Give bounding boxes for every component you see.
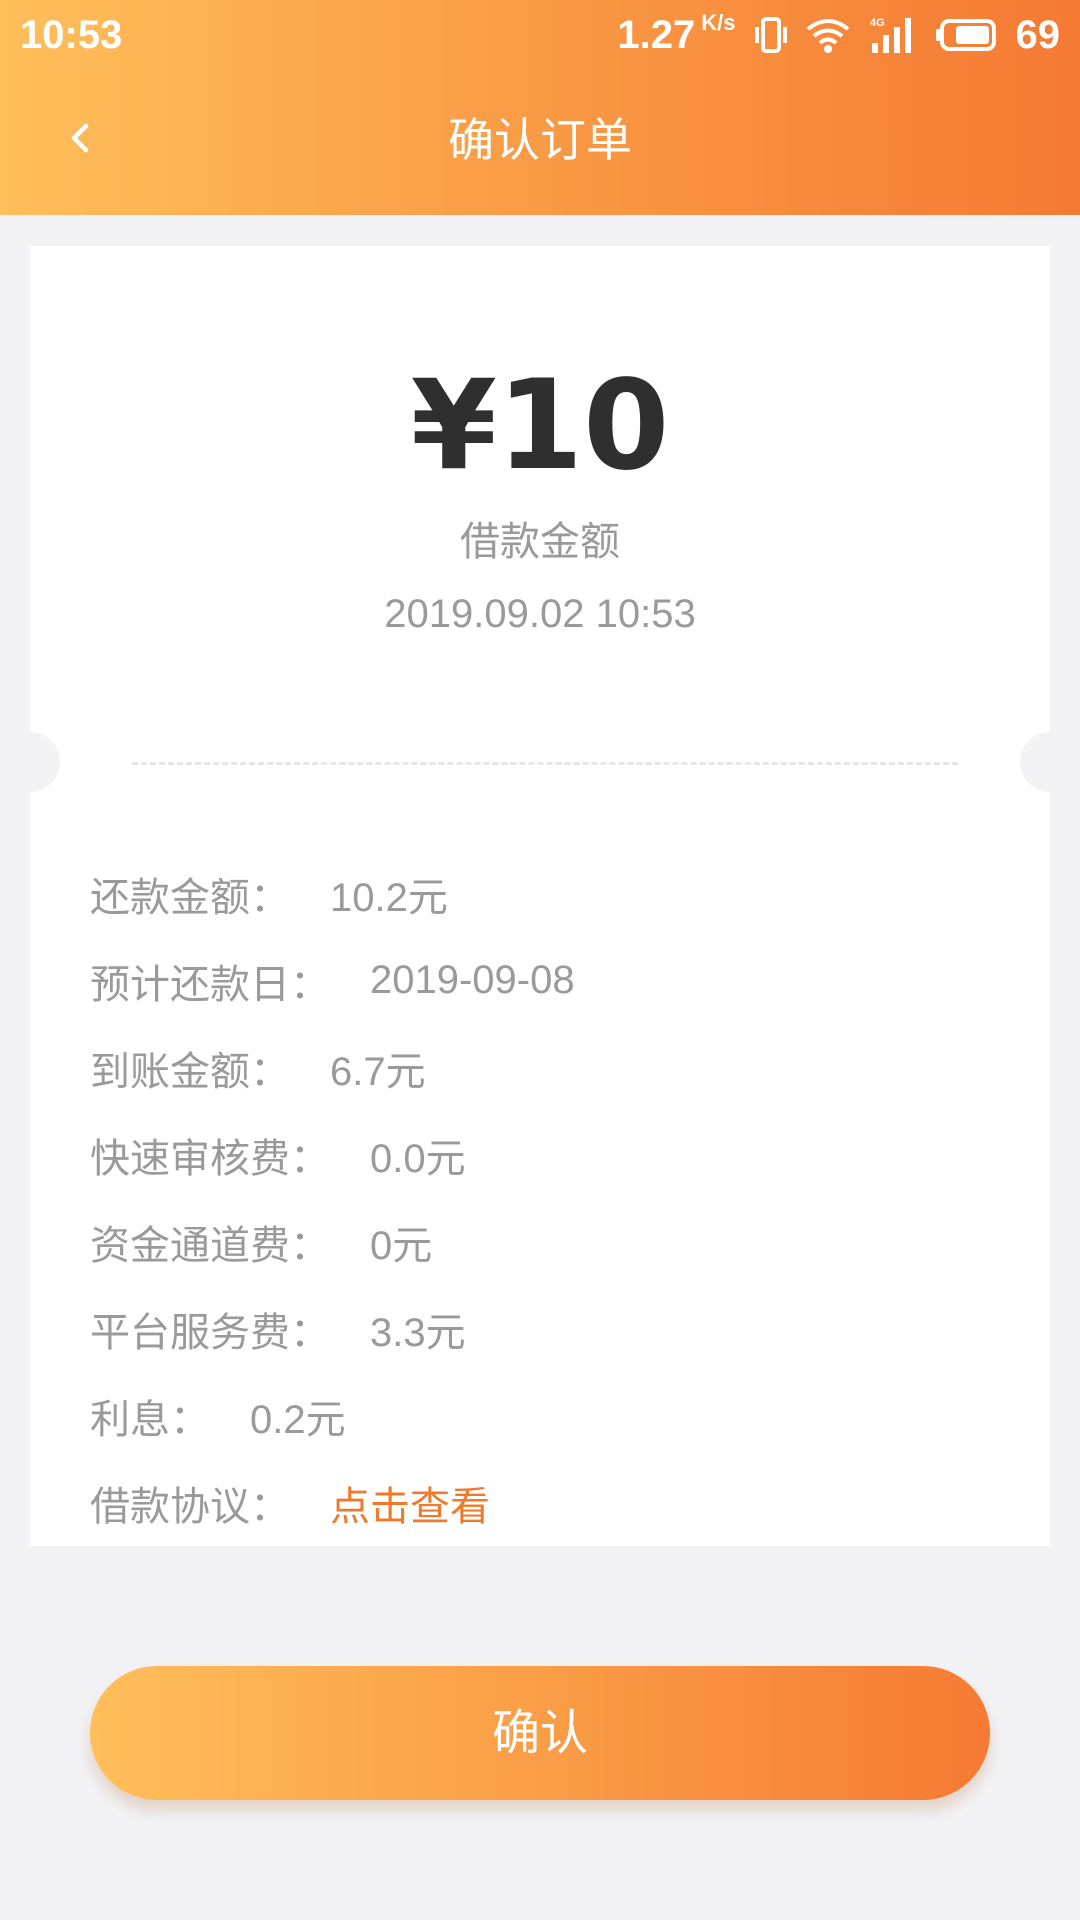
order-card: ¥10 借款金额 2019.09.02 10:53 还款金额： 10.2元 预计… (0, 246, 1080, 1546)
header: 10:53 1.27 K/s 4G 69 确认订单 (0, 0, 1080, 215)
dashed-divider (132, 762, 958, 765)
status-right: 1.27 K/s 4G 69 (617, 10, 1060, 60)
detail-row-agreement: 借款协议： 点击查看 (90, 1459, 990, 1546)
svg-text:4G: 4G (870, 17, 885, 29)
detail-label: 资金通道费： (90, 1222, 330, 1269)
detail-row-review-fee: 快速审核费： 0.0元 (90, 1111, 990, 1198)
status-bar: 10:53 1.27 K/s 4G 69 (0, 0, 1080, 70)
detail-label: 预计还款日： (90, 961, 330, 1008)
detail-value: 0.0元 (370, 1136, 466, 1181)
loan-amount-label: 借款金额 (460, 519, 620, 565)
detail-value: 6.7元 (330, 1049, 426, 1094)
detail-value: 0.2元 (250, 1397, 346, 1442)
detail-label: 利息： (90, 1396, 210, 1443)
signal-4g-icon: 4G (868, 15, 918, 55)
detail-value: 10.2元 (330, 875, 448, 920)
status-time: 10:53 (20, 13, 123, 57)
loan-amount: ¥10 (410, 354, 670, 498)
battery-icon (935, 17, 998, 53)
vibrate-icon (754, 15, 788, 55)
wifi-icon (806, 17, 850, 53)
detail-value: 0元 (370, 1223, 433, 1268)
order-details: 还款金额： 10.2元 预计还款日： 2019-09-08 到账金额： 6.7元… (90, 850, 990, 1546)
battery-level: 69 (1015, 13, 1061, 57)
net-speed-unit: K/s (701, 10, 736, 35)
detail-row-received-amount: 到账金额： 6.7元 (90, 1024, 990, 1111)
view-agreement-link[interactable]: 点击查看 (330, 1474, 490, 1532)
detail-label: 还款金额： (90, 874, 290, 921)
detail-row-channel-fee: 资金通道费： 0元 (90, 1198, 990, 1285)
order-datetime: 2019.09.02 10:53 (384, 592, 696, 636)
detail-label: 到账金额： (90, 1048, 290, 1095)
card-notch-left (0, 732, 60, 792)
confirm-button[interactable]: 确认 (90, 1666, 990, 1800)
detail-row-repayment-amount: 还款金额： 10.2元 (90, 850, 990, 937)
detail-row-interest: 利息： 0.2元 (90, 1372, 990, 1459)
detail-row-service-fee: 平台服务费： 3.3元 (90, 1285, 990, 1372)
net-speed-value: 1.27 (617, 13, 696, 57)
detail-label: 平台服务费： (90, 1309, 330, 1356)
net-speed: 1.27 K/s (617, 10, 735, 60)
nav-bar: 确认订单 (0, 90, 1080, 190)
card-notch-right (1020, 732, 1080, 792)
detail-value: 2019-09-08 (370, 958, 575, 1002)
detail-row-repayment-date: 预计还款日： 2019-09-08 (90, 937, 990, 1024)
page-title: 确认订单 (448, 113, 632, 167)
agreement-label: 借款协议： (90, 1483, 290, 1530)
detail-value: 3.3元 (370, 1310, 466, 1355)
detail-label: 快速审核费： (90, 1135, 330, 1182)
